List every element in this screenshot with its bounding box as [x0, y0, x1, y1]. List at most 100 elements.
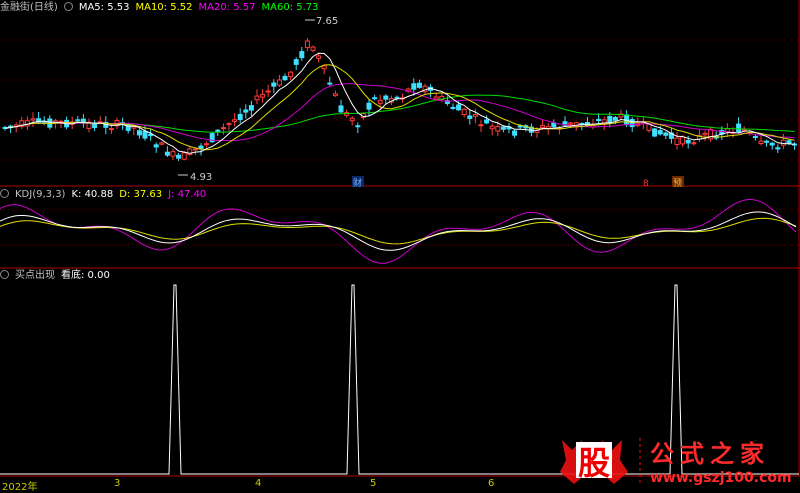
watermark-name: 公式之家 — [650, 440, 770, 468]
candle — [349, 117, 355, 122]
candle — [461, 108, 467, 116]
ma10-line — [4, 64, 795, 151]
candle — [232, 119, 238, 122]
candle — [377, 99, 383, 104]
candle — [752, 136, 758, 139]
candle — [612, 116, 618, 121]
candle — [685, 139, 691, 144]
candle — [92, 123, 98, 129]
candle — [680, 136, 686, 145]
candle — [288, 71, 294, 78]
candle — [332, 93, 338, 97]
candle — [758, 140, 764, 144]
candle — [411, 83, 417, 90]
ma20-line — [4, 83, 795, 142]
candle — [265, 90, 271, 93]
candle — [237, 113, 243, 121]
watermark-url: www.gszj100.com — [650, 470, 792, 486]
candle — [495, 125, 501, 132]
candle — [489, 125, 495, 130]
candle — [780, 139, 786, 146]
candle — [416, 82, 422, 88]
candle — [456, 104, 462, 111]
candle — [176, 154, 182, 159]
candle — [310, 46, 316, 51]
candle — [607, 116, 613, 124]
candle — [769, 142, 775, 146]
x-tick-6: 6 — [488, 478, 495, 489]
candle — [741, 128, 747, 131]
candle — [663, 132, 669, 136]
event-cai: 财 — [353, 177, 362, 189]
candle — [786, 140, 792, 144]
watermark-logo: 股 公式之家 www.gszj100.com — [558, 432, 798, 488]
candle — [383, 95, 389, 100]
candle — [629, 118, 635, 128]
candle — [142, 130, 148, 139]
candle — [260, 93, 266, 98]
candle — [674, 137, 680, 145]
x-tick-3: 3 — [114, 478, 121, 489]
candle — [192, 148, 198, 151]
candle — [108, 128, 114, 131]
candle — [372, 97, 378, 100]
candle — [164, 151, 170, 156]
candle — [702, 132, 708, 136]
candle — [136, 130, 142, 136]
candle — [657, 130, 663, 135]
candle — [316, 55, 322, 59]
candle — [271, 82, 277, 87]
event-yu: 预 — [673, 178, 682, 189]
low-price-label: 4.93 — [190, 172, 212, 183]
candle — [540, 124, 546, 129]
candle — [75, 119, 81, 122]
candle — [220, 127, 226, 130]
candle — [500, 126, 506, 130]
candle — [450, 106, 456, 109]
candle — [248, 105, 254, 111]
stock-chart[interactable]: 7.65 4.93 财 8 预 — [0, 0, 800, 491]
candle — [366, 102, 372, 110]
candle — [30, 118, 36, 121]
candle — [299, 51, 305, 59]
candle — [327, 82, 333, 85]
candle — [153, 144, 159, 148]
candle — [652, 128, 658, 137]
candle — [226, 123, 232, 126]
candle — [724, 128, 730, 133]
event-s: 8 — [643, 179, 649, 189]
candle — [355, 125, 361, 128]
price-grid — [0, 39, 800, 246]
candle — [170, 151, 176, 157]
candle — [517, 125, 523, 128]
candle — [736, 123, 742, 133]
candle — [512, 130, 518, 136]
watermark-glyph: 股 — [578, 444, 610, 482]
candle — [254, 95, 260, 101]
candle — [338, 105, 344, 113]
candle — [568, 122, 574, 125]
candle — [181, 152, 187, 160]
candle — [478, 124, 484, 127]
candle — [433, 96, 439, 100]
candle — [467, 115, 473, 119]
candle — [596, 119, 602, 122]
candlestick-series — [2, 38, 798, 161]
candle — [243, 109, 249, 113]
candle — [159, 142, 165, 145]
candle — [282, 75, 288, 81]
candle — [764, 140, 770, 143]
high-price-label: 7.65 — [316, 16, 338, 27]
x-tick-4: 4 — [255, 478, 262, 489]
candle — [394, 96, 400, 99]
candle — [293, 59, 299, 65]
candle — [204, 143, 210, 146]
candle — [472, 114, 478, 117]
ma60-line — [4, 94, 795, 133]
candle — [276, 79, 282, 86]
candle — [691, 142, 697, 145]
candle — [321, 65, 327, 70]
candle — [775, 147, 781, 150]
x-tick-5: 5 — [370, 478, 377, 489]
candle — [304, 40, 310, 49]
